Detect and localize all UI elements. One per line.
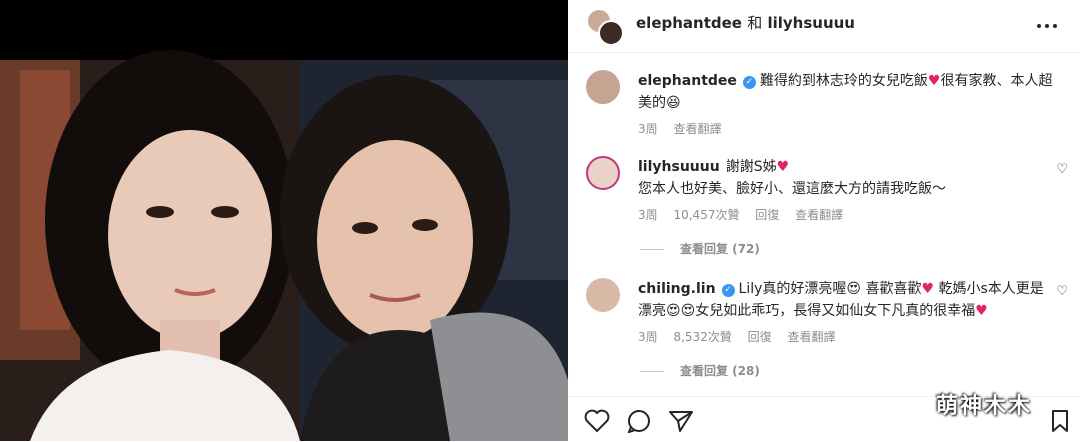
heart-outline-icon[interactable] — [584, 409, 610, 437]
emoji-icon: 😍😍 — [666, 303, 696, 319]
comment-text-b: 您本人也好美、臉好小、還這麼大方的請我吃飯～ — [638, 181, 946, 197]
and-label: 和 — [747, 14, 763, 32]
caption-text: elephantdee ✓ 難得約到林志玲的女兒吃飯♥很有家教、本人超美的😆 — [638, 70, 1056, 114]
like-count[interactable]: 10,457次贊 — [673, 208, 739, 222]
author-link[interactable]: elephantdee — [636, 14, 742, 32]
post-authors: elephantdee 和 lilyhsuuuu — [636, 12, 855, 33]
comment-text: lilyhsuuuu 謝謝S姊♥ 您本人也好美、臉好小、還這麼大方的請我吃飯～ — [638, 156, 1056, 200]
avatar[interactable] — [586, 70, 620, 104]
comment-text-a: 謝謝S姊 — [725, 159, 777, 175]
avatar[interactable] — [586, 156, 620, 190]
translate-link[interactable]: 查看翻譯 — [673, 122, 721, 136]
reply-button[interactable]: 回復 — [755, 208, 779, 222]
comment-text: chiling.lin ✓ Lily真的好漂亮喔😍 喜歡喜歡♥ 乾媽小s本人更是漂亮… — [638, 278, 1056, 322]
caption-meta: 3周 查看翻譯 — [638, 120, 1056, 137]
avatar[interactable] — [598, 20, 624, 46]
view-replies-label: 查看回复 (72) — [680, 242, 760, 256]
more-dots-icon[interactable] — [1036, 12, 1058, 36]
comment-text-b: 喜歡喜歡 — [865, 281, 922, 297]
verified-badge-icon: ✓ — [721, 284, 735, 297]
avatar[interactable] — [586, 278, 620, 312]
view-replies-button[interactable]: 查看回复 (28) — [640, 362, 760, 379]
view-replies-button[interactable]: 查看回复 (72) — [640, 240, 760, 257]
comment-text-d: 女兒如此乖巧，長得又如仙女下凡真的很幸福 — [695, 303, 976, 319]
heart-outline-icon[interactable]: ♡ — [1056, 284, 1068, 299]
heart-emoji-icon: ♥ — [921, 281, 935, 297]
comment-text-a: Lily真的好漂亮喔 — [738, 281, 847, 297]
timestamp[interactable]: 3周 — [638, 208, 658, 222]
reply-button[interactable]: 回復 — [748, 330, 772, 344]
watermark: 萌神木木 — [936, 394, 1033, 419]
heart-emoji-icon: ♥ — [776, 159, 790, 175]
comment-username[interactable]: lilyhsuuuu — [638, 159, 720, 175]
divider — [640, 249, 664, 250]
post-sidebar: elephantdee 和 lilyhsuuuu elephantdee ✓ 難得約… — [568, 0, 1080, 441]
translate-link[interactable]: 查看翻譯 — [795, 208, 843, 222]
verified-badge-icon: ✓ — [742, 76, 756, 89]
comment: chiling.lin ✓ Lily真的好漂亮喔😍 喜歡喜歡♥ 乾媽小s本人更是漂亮… — [586, 278, 1068, 345]
heart-outline-icon[interactable]: ♡ — [1056, 162, 1068, 177]
post-photo[interactable] — [0, 0, 568, 441]
post-header: elephantdee 和 lilyhsuuuu — [568, 0, 1080, 53]
comment-meta: 3周 8,532次贊 回復 查看翻譯 — [638, 328, 1056, 345]
caption-text-a: 難得約到林志玲的女兒吃飯 — [759, 73, 928, 89]
comment: lilyhsuuuu 謝謝S姊♥ 您本人也好美、臉好小、還這麼大方的請我吃飯～ 3… — [586, 156, 1068, 223]
bookmark-icon[interactable] — [1050, 409, 1070, 437]
comment-meta: 3周 10,457次贊 回復 查看翻譯 — [638, 206, 1056, 223]
send-icon[interactable] — [668, 409, 694, 437]
author-link[interactable]: lilyhsuuuu — [767, 14, 855, 32]
timestamp[interactable]: 3周 — [638, 330, 658, 344]
heart-emoji-icon: ♥ — [927, 73, 941, 89]
caption: elephantdee ✓ 難得約到林志玲的女兒吃飯♥很有家教、本人超美的😆 3周 … — [586, 70, 1056, 137]
timestamp[interactable]: 3周 — [638, 122, 658, 136]
comment-username[interactable]: elephantdee — [638, 73, 737, 89]
like-count[interactable]: 8,532次贊 — [673, 330, 731, 344]
view-replies-label: 查看回复 (28) — [680, 364, 760, 378]
translate-link[interactable]: 查看翻譯 — [788, 330, 836, 344]
collab-avatars[interactable] — [586, 8, 624, 46]
heart-emoji-icon: ♥ — [975, 303, 988, 319]
divider — [640, 371, 664, 372]
emoji-icon: 😍 — [846, 281, 862, 297]
comment-username[interactable]: chiling.lin — [638, 281, 716, 297]
comment-bubble-icon[interactable] — [626, 409, 652, 437]
emoji-icon: 😆 — [666, 95, 681, 111]
